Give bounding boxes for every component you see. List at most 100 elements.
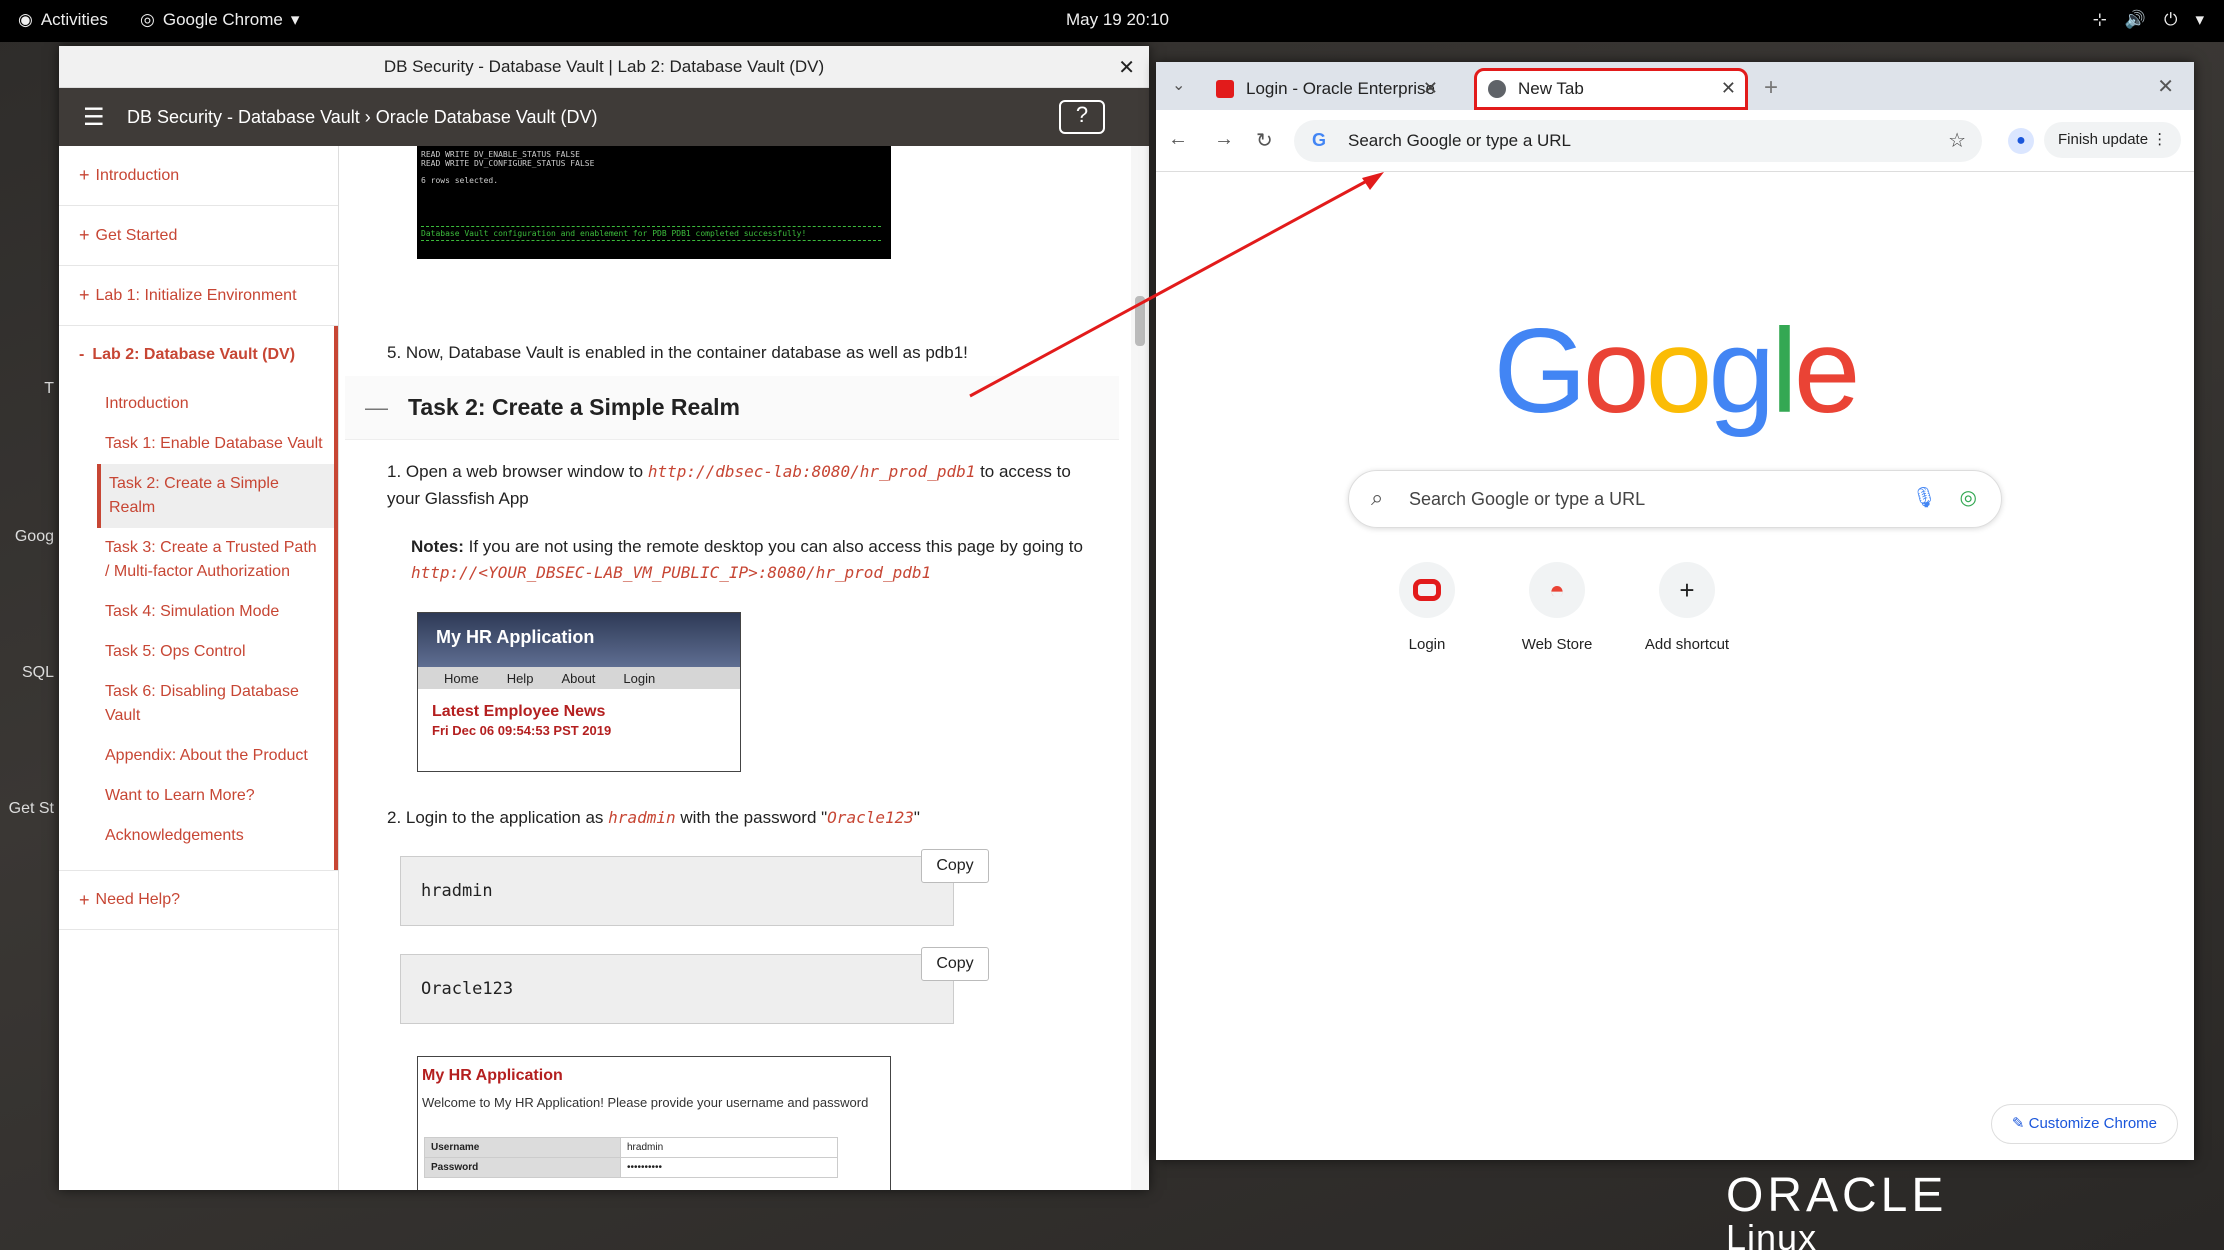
content-scrollbar[interactable] <box>1131 146 1149 1190</box>
customize-chrome-button[interactable]: ✎ Customize Chrome <box>1990 1104 2178 1144</box>
volume-icon: 🔊 <box>2124 10 2146 29</box>
terminal-success-line: Database Vault configuration and enablem… <box>421 226 881 241</box>
shortcut-label: Web Store <box>1521 636 1593 653</box>
task-heading[interactable]: — Task 2: Create a Simple Realm <box>345 376 1119 440</box>
close-tab-icon[interactable]: ✕ <box>1721 78 1736 99</box>
note-text: Notes: If you are not using the remote d… <box>411 534 1111 586</box>
omnibox-placeholder: Search Google or type a URL <box>1348 131 1572 150</box>
dock-item-get-started[interactable]: Get St <box>0 800 58 818</box>
profile-icon[interactable]: ● <box>2008 128 2034 154</box>
sidebar-item-lab2[interactable]: - Lab 2: Database Vault (DV) <box>59 326 334 384</box>
sidebar-subitem-learn-more[interactable]: Want to Learn More? <box>59 776 334 816</box>
scrollbar-thumb[interactable] <box>1135 296 1145 346</box>
dock-item-terminal[interactable]: T <box>0 380 58 398</box>
back-icon[interactable]: ← <box>1168 128 1188 151</box>
reload-icon[interactable]: ↻ <box>1256 128 1273 153</box>
terminal-line: 6 rows selected. <box>421 176 499 185</box>
omnibox[interactable]: G Search Google or type a URL ☆ <box>1294 120 1982 162</box>
finish-update-label: Finish update <box>2058 131 2149 148</box>
google-search-box[interactable]: ⌕ Search Google or type a URL 🎙 ◎ <box>1348 470 2002 528</box>
close-icon[interactable]: ✕ <box>1118 55 1135 80</box>
activities-button[interactable]: ◉ Activities <box>18 10 108 30</box>
finish-update-button[interactable]: Finish update ⋮ <box>2044 122 2182 158</box>
tab-new-tab[interactable]: New Tab ✕ <box>1474 68 1748 110</box>
step2-username: hradmin <box>608 808 676 827</box>
hr-nav-login: Login <box>623 670 656 686</box>
hr-login-form: Username hradmin Password •••••••••• <box>424 1137 838 1178</box>
collapse-icon[interactable]: — <box>365 394 388 421</box>
sidebar-item-introduction[interactable]: + Introduction <box>59 146 338 206</box>
chevron-down-icon: ▾ <box>2195 10 2204 29</box>
copy-button[interactable]: Copy <box>921 947 989 981</box>
sidebar-subitem-appendix[interactable]: Appendix: About the Product <box>59 736 334 776</box>
plus-icon: + <box>1659 562 1715 618</box>
sidebar-subitem-introduction[interactable]: Introduction <box>59 384 334 424</box>
sidebar-section-lab2: - Lab 2: Database Vault (DV) Introduction… <box>59 326 338 870</box>
shortcut-add[interactable]: + Add shortcut <box>1632 562 1742 653</box>
hr-nav-home: Home <box>444 670 479 686</box>
oracle-linux-logo: ORACLE Linux <box>1726 1168 1947 1250</box>
oracle-shortcut-icon <box>1399 562 1455 618</box>
tab-strip: ⌄ Login - Oracle Enterprise ✕ New Tab ✕ … <box>1156 62 2194 110</box>
shortcut-label: Add shortcut <box>1644 636 1730 653</box>
dock-item-google[interactable]: Goog <box>0 528 58 546</box>
plus-icon: + <box>79 225 90 245</box>
shortcut-login[interactable]: Login <box>1372 562 1482 653</box>
app-menu-label: Google Chrome <box>162 10 283 29</box>
sidebar-subitem-task2[interactable]: Task 2: Create a Simple Realm <box>97 464 334 528</box>
step2-text: 2. Login to the application as hradmin w… <box>387 806 920 830</box>
workshop-header: ☰ DB Security - Database Vault › Oracle … <box>59 88 1149 146</box>
sidebar-subitem-task3[interactable]: Task 3: Create a Trusted Path / Multi-fa… <box>59 528 334 592</box>
copy-button[interactable]: Copy <box>921 849 989 883</box>
shortcut-web-store[interactable]: ◓ Web Store <box>1502 562 1612 653</box>
microphone-icon[interactable]: 🎙 <box>1912 485 1937 510</box>
sidebar-item-need-help[interactable]: + Need Help? <box>59 870 338 930</box>
toolbar: ← → ↻ G Search Google or type a URL ☆ ● … <box>1156 110 2194 172</box>
hr-app-banner: My HR Application <box>418 613 740 667</box>
dock-item-sql[interactable]: SQL <box>0 664 58 682</box>
sidebar-subitem-acknowledgements[interactable]: Acknowledgements <box>59 816 334 856</box>
task-heading-label: Task 2: Create a Simple Realm <box>408 394 740 420</box>
hr-app-nav: Home Help About Login <box>418 667 740 689</box>
sidebar-item-label: Need Help? <box>95 891 181 908</box>
forward-icon[interactable]: → <box>1214 128 1234 151</box>
sidebar-subitem-task5[interactable]: Task 5: Ops Control <box>59 632 334 672</box>
close-icon[interactable]: ✕ <box>2157 74 2174 99</box>
hr-nav-help: Help <box>506 670 534 686</box>
sidebar-item-get-started[interactable]: + Get Started <box>59 206 338 266</box>
sidebar-item-label: Lab 2: Database Vault (DV) <box>92 346 296 363</box>
activities-label: Activities <box>40 10 108 29</box>
help-icon[interactable]: ? <box>1059 100 1105 134</box>
google-g-icon: G <box>1312 130 1327 150</box>
close-tab-icon[interactable]: ✕ <box>1423 78 1438 99</box>
search-placeholder: Search Google or type a URL <box>1409 488 1646 509</box>
note-url: http://<YOUR_DBSEC-LAB_VM_PUBLIC_IP>:808… <box>411 563 932 582</box>
shortcut-label: Login <box>1408 636 1446 653</box>
google-lens-icon[interactable]: ◎ <box>1960 485 1977 510</box>
chevron-down-icon: ▾ <box>290 10 300 29</box>
chrome-favicon-icon <box>1488 80 1506 98</box>
code-block-username: hradmin Copy <box>400 849 989 926</box>
new-tab-button[interactable]: + <box>1764 74 1778 102</box>
livelabs-window: DB Security - Database Vault | Lab 2: Da… <box>59 46 1149 1190</box>
sidebar-subitem-task6[interactable]: Task 6: Disabling Database Vault <box>59 672 334 736</box>
sidebar-item-lab1[interactable]: + Lab 1: Initialize Environment <box>59 266 338 326</box>
system-tray[interactable]: ⊹ 🔊 ⏻ ▾ <box>2093 10 2204 30</box>
plus-icon: + <box>79 889 90 910</box>
sidebar-subitem-task4[interactable]: Task 4: Simulation Mode <box>59 592 334 632</box>
tab-search-icon[interactable]: ⌄ <box>1172 75 1185 95</box>
code-text: hradmin <box>421 881 493 901</box>
app-menu[interactable]: ◎ Google Chrome ▾ <box>140 10 299 30</box>
clock[interactable]: May 19 20:10 <box>1066 10 1169 30</box>
hamburger-menu-icon[interactable]: ☰ <box>83 103 113 132</box>
google-logo: Google <box>1493 304 1860 438</box>
sidebar-subitem-task1[interactable]: Task 1: Enable Database Vault <box>59 424 334 464</box>
tab-login-oracle[interactable]: Login - Oracle Enterprise ✕ <box>1202 68 1450 110</box>
hr-username-label: Username <box>424 1137 621 1158</box>
search-icon: ⌕ <box>1371 485 1384 510</box>
hr-password-label: Password <box>424 1157 621 1178</box>
window-titlebar: DB Security - Database Vault | Lab 2: Da… <box>59 46 1149 88</box>
bookmark-star-icon[interactable]: ☆ <box>1948 128 1966 153</box>
step1-url[interactable]: http://dbsec-lab:8080/hr_prod_pdb1 <box>648 462 976 481</box>
workshop-breadcrumb: DB Security - Database Vault › Oracle Da… <box>127 106 598 127</box>
